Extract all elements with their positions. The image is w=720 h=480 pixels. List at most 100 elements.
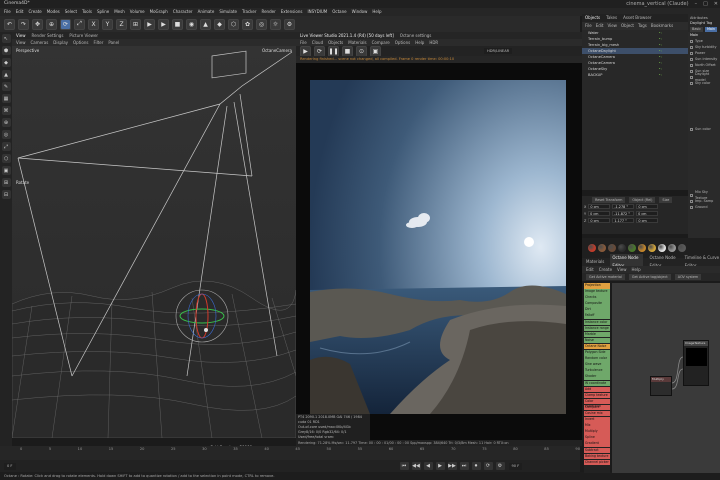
toolbar-icon[interactable]: ▶	[144, 18, 155, 30]
rotation-field[interactable]: -1.278 °	[612, 204, 635, 209]
live-viewer-menu-item[interactable]: Cloud	[312, 39, 323, 46]
viewport-menu-item[interactable]: Filter	[93, 39, 103, 46]
coordinate-menu-item[interactable]: Object (Rel)	[629, 196, 656, 203]
left-tool-icon[interactable]: ⊞	[1, 178, 11, 187]
transport-button[interactable]: ◀◀	[411, 462, 421, 470]
node-palette-item[interactable]: Turbulence	[584, 368, 610, 374]
object-tab[interactable]: Objects	[585, 14, 600, 22]
image-texture-node[interactable]: ImageTexture	[683, 340, 709, 386]
object-menu-item[interactable]: File	[585, 22, 592, 30]
start-render-icon[interactable]: ▶	[300, 45, 311, 57]
toolbar-icon[interactable]: ⚙	[284, 18, 295, 30]
coordinate-menu-item[interactable]: Reset Transform	[592, 196, 626, 203]
node-palette-item[interactable]: Sine wave	[584, 362, 610, 368]
menu-item-simulate[interactable]: Simulate	[219, 8, 237, 16]
checkbox-icon[interactable]	[690, 205, 693, 209]
checkbox-icon[interactable]	[690, 193, 693, 197]
node-palette-item[interactable]: Compare	[584, 404, 610, 411]
stop-icon[interactable]: ■	[342, 45, 353, 57]
toolbar-icon[interactable]: X	[88, 18, 99, 30]
node-menu-item[interactable]: Edit	[586, 266, 594, 273]
viewport-tab[interactable]: View	[16, 32, 26, 39]
checkbox-icon[interactable]	[690, 127, 693, 131]
node-palette-item[interactable]: Clamp texture	[584, 392, 610, 399]
toolbar-icon[interactable]: ☼	[270, 18, 281, 30]
node-palette-item[interactable]: Polygon Side	[584, 350, 610, 356]
pause-icon[interactable]: ❚❚	[328, 45, 339, 57]
menu-item-file[interactable]: File	[4, 8, 11, 16]
attribute-row[interactable]: Sun color	[688, 126, 720, 132]
toolbar-icon[interactable]: ◆	[214, 18, 225, 30]
menu-item-animate[interactable]: Animate	[198, 8, 215, 16]
transport-button[interactable]: ◀	[423, 462, 433, 470]
node-palette-item[interactable]: Subtract	[584, 447, 610, 454]
attribute-tab[interactable]: Main	[704, 27, 718, 32]
refresh-icon[interactable]: ⟳	[314, 45, 325, 57]
object-menu-item[interactable]: View	[607, 22, 617, 30]
menu-item-render[interactable]: Render	[261, 8, 275, 16]
viewport-menu-item[interactable]: View	[16, 39, 26, 46]
left-tool-icon[interactable]: ⊕	[1, 118, 11, 127]
menu-item-window[interactable]: Window	[352, 8, 368, 16]
position-field[interactable]: 0 cm	[588, 211, 611, 216]
toolbar-icon[interactable]: ■	[172, 18, 183, 30]
maximize-button[interactable]: □	[703, 0, 708, 8]
toolbar-icon[interactable]: ✥	[32, 18, 43, 30]
node-editor-button[interactable]: AOV system	[674, 274, 702, 280]
transport-button[interactable]: ⟳	[483, 462, 493, 470]
node-editor-button[interactable]: Get Active tag/object	[628, 274, 671, 280]
left-tool-icon[interactable]: ◎	[1, 130, 11, 139]
left-tool-icon[interactable]: ⌘	[1, 106, 11, 115]
region-icon[interactable]: ▣	[370, 45, 381, 57]
position-field[interactable]: 0 cm	[588, 218, 611, 223]
attribute-row[interactable]: Ground	[688, 204, 720, 210]
menu-item-octane[interactable]: Octane	[332, 8, 346, 16]
toolbar-icon[interactable]: ⊕	[46, 18, 57, 30]
material-swatch[interactable]	[648, 244, 656, 252]
node-palette-item[interactable]: Instance color	[584, 319, 610, 326]
node-palette-item[interactable]: Composite	[584, 301, 610, 307]
visibility-dots[interactable]: •:	[659, 72, 662, 78]
node-palette-item[interactable]: Instance range	[584, 325, 610, 332]
live-viewer-menu-item[interactable]: Compare	[372, 39, 390, 46]
node-palette-item[interactable]: Baking texture	[584, 453, 610, 460]
viewport-camera[interactable]: OctaneCamera	[262, 48, 292, 53]
size-field[interactable]: 0 cm	[636, 218, 659, 223]
left-tool-icon[interactable]: ✎	[1, 82, 11, 91]
menu-item-edit[interactable]: Edit	[16, 8, 24, 16]
menu-item-spline[interactable]: Spline	[97, 8, 109, 16]
position-field[interactable]: 0 cm	[588, 204, 611, 209]
minimize-button[interactable]: –	[695, 0, 698, 8]
toolbar-icon[interactable]: ✿	[242, 18, 253, 30]
node-palette-item[interactable]: Gradient	[584, 441, 610, 447]
menu-item-modes[interactable]: Modes	[47, 8, 60, 16]
node-palette-item[interactable]: Cosine mix	[584, 410, 610, 417]
checkbox-icon[interactable]	[690, 199, 693, 203]
rotation-field[interactable]: -11.872 °	[612, 211, 635, 216]
toolbar-icon[interactable]: Y	[102, 18, 113, 30]
left-tool-icon[interactable]: ▲	[1, 70, 11, 79]
material-swatch[interactable]	[658, 244, 666, 252]
live-viewer-menu-item[interactable]: Materials	[348, 39, 366, 46]
node-palette-item[interactable]: Noise	[584, 337, 610, 344]
left-tool-icon[interactable]: ⬡	[1, 154, 11, 163]
checkbox-icon[interactable]	[690, 57, 693, 61]
left-tool-icon[interactable]: ⊟	[1, 190, 11, 199]
perspective-viewport[interactable]: Rotate Perspective OctaneCamera	[12, 46, 296, 438]
live-viewer-tab[interactable]: Octane settings	[400, 32, 432, 39]
node-palette-item[interactable]: Image texture	[584, 289, 610, 295]
left-tool-icon[interactable]: ▣	[1, 166, 11, 175]
current-frame-field[interactable]: 0 F	[4, 462, 16, 470]
menu-item-tracker[interactable]: Tracker	[242, 8, 256, 16]
node-palette-item[interactable]: Octane Noise	[584, 343, 610, 350]
transport-button[interactable]: ⏺	[471, 462, 481, 470]
viewport-menu-item[interactable]: Panel	[108, 39, 119, 46]
object-tab[interactable]: Asset Browser	[623, 14, 651, 22]
node-palette-item[interactable]: Shader	[584, 374, 610, 380]
object-menu-item[interactable]: Object	[621, 22, 634, 30]
node-palette-item[interactable]: Checks	[584, 295, 610, 301]
node-editor-button[interactable]: Get Active material	[586, 274, 625, 280]
node-menu-item[interactable]: View	[617, 266, 627, 273]
transport-button[interactable]: ⏮	[399, 462, 409, 470]
node-menu-item[interactable]: Create	[599, 266, 612, 273]
